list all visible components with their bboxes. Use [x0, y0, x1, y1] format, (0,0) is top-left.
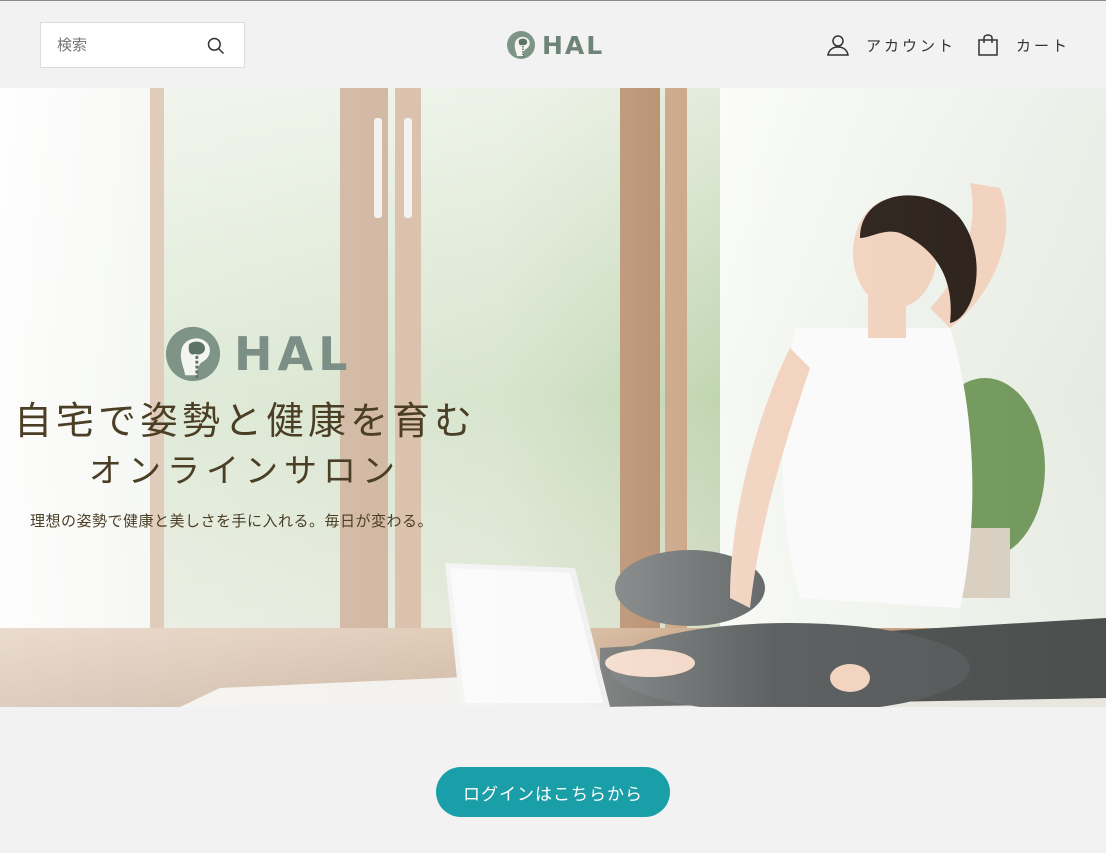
- account-link[interactable]: アカウント: [826, 31, 956, 59]
- user-icon: [827, 35, 849, 56]
- hero-logo-text: HAL: [234, 327, 353, 381]
- hero-subtitle: 理想の姿勢で健康と美しさを手に入れる。毎日が変わる。: [30, 512, 434, 530]
- site-header: HAL アカウント カート: [0, 1, 1106, 87]
- brain-spine-logo-icon: [165, 326, 221, 382]
- hero-logo: HAL: [164, 325, 352, 383]
- hero-title: 自宅で姿勢と健康を育む オンラインサロン: [0, 396, 490, 496]
- shopping-bag-icon: [978, 34, 998, 56]
- site-logo[interactable]: HAL: [506, 29, 604, 61]
- account-label: アカウント: [866, 36, 957, 55]
- brain-spine-logo-icon: [507, 31, 535, 59]
- login-button[interactable]: ログインはこちらから: [436, 767, 670, 817]
- search-input[interactable]: [57, 23, 207, 67]
- hero-title-line1: 自宅で姿勢と健康を育む: [13, 399, 476, 443]
- hero-banner: HAL 自宅で姿勢と健康を育む オンラインサロン 理想の姿勢で健康と美しさを手に…: [0, 88, 1106, 707]
- logo-text: HAL: [542, 30, 605, 60]
- cart-link[interactable]: カート: [976, 31, 1070, 59]
- search-box[interactable]: [40, 22, 245, 68]
- search-icon[interactable]: [206, 36, 226, 56]
- cart-label: カート: [1016, 36, 1071, 55]
- hero-title-line2: オンラインサロン: [89, 451, 401, 490]
